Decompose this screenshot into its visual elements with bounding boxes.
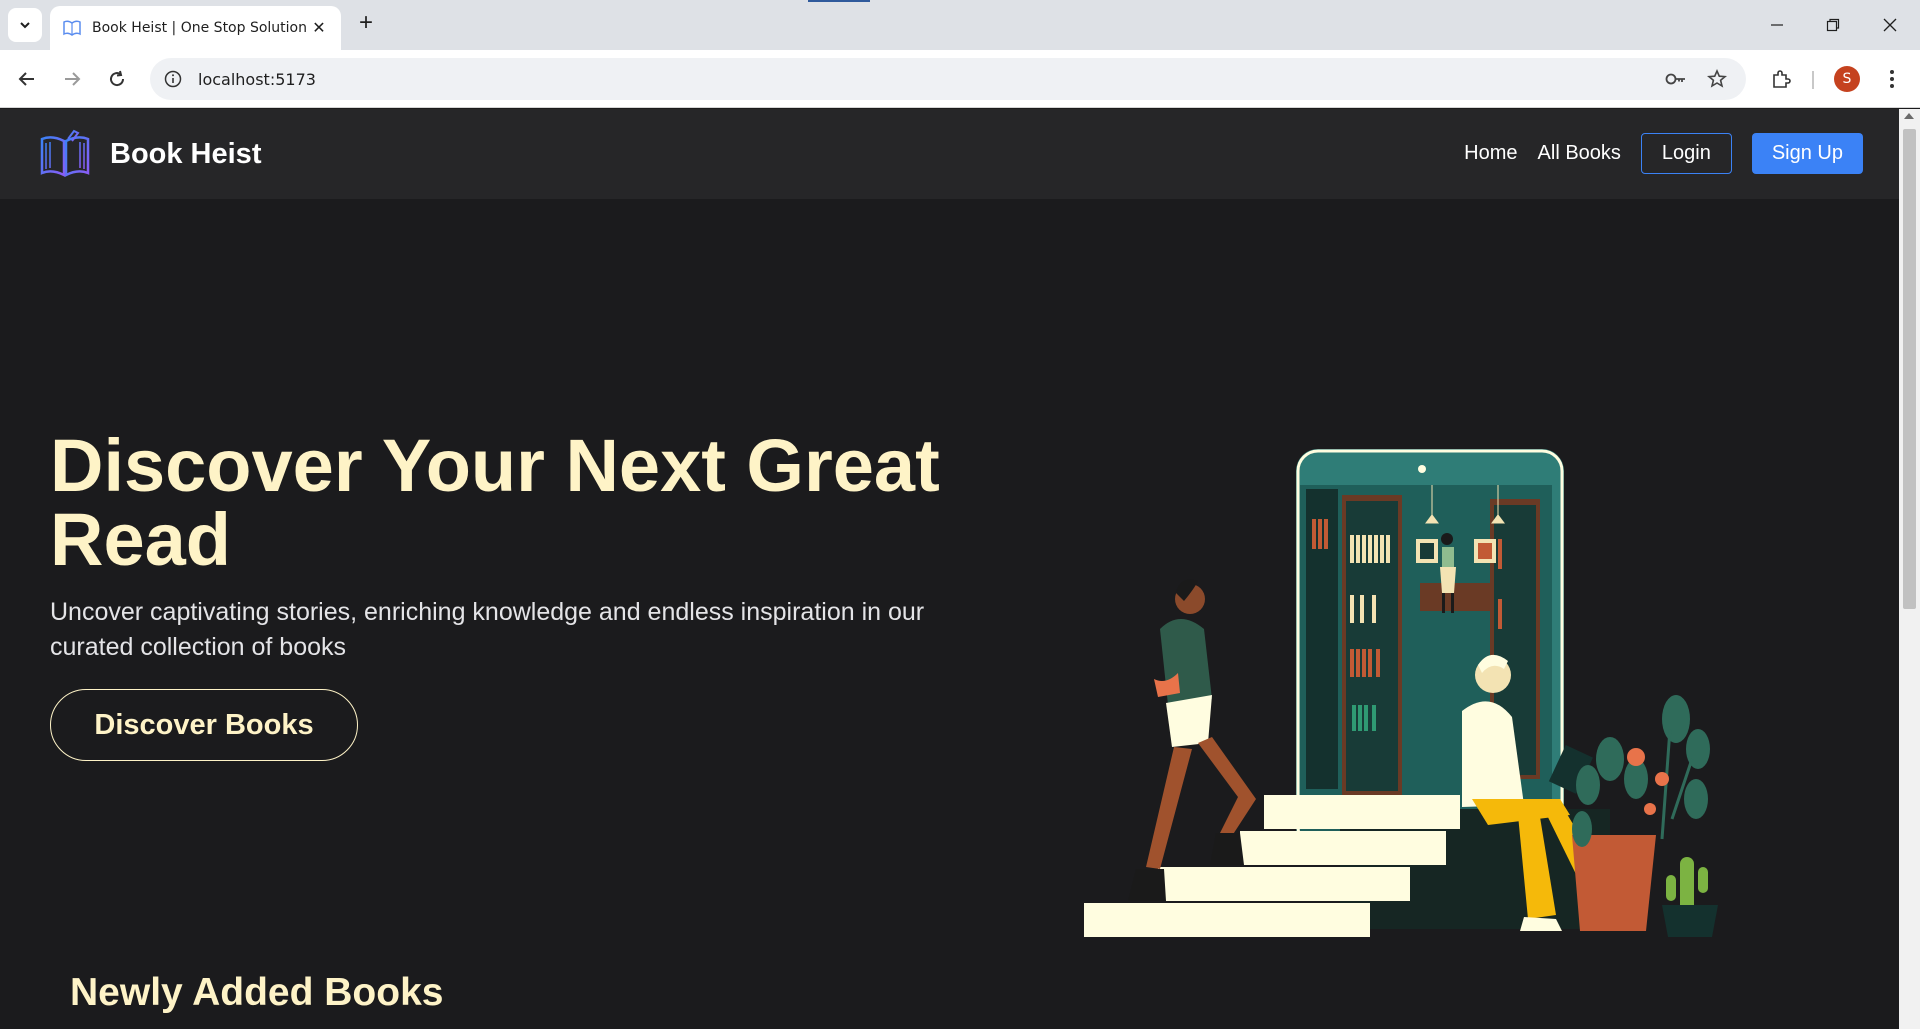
- browser-tab-bar: Book Heist | One Stop Solution ✕ +: [0, 0, 1920, 50]
- nav-all-books-link[interactable]: All Books: [1538, 142, 1621, 165]
- arrow-left-icon: [18, 72, 34, 86]
- hero-illustration: [1084, 449, 1718, 937]
- page-scrollbar[interactable]: [1899, 109, 1920, 1029]
- brand[interactable]: Book Heist: [38, 129, 261, 179]
- tab-title: Book Heist | One Stop Solution: [92, 20, 307, 36]
- browser-toolbar: localhost:5173 S: [0, 50, 1920, 108]
- kebab-menu-icon: [1890, 70, 1894, 88]
- page-viewport: Book Heist Home All Books Login Sign Up …: [0, 109, 1920, 1029]
- site-navbar: Book Heist Home All Books Login Sign Up: [0, 109, 1899, 199]
- tab-search-button[interactable]: [8, 8, 42, 42]
- open-book-icon: [63, 20, 81, 36]
- newly-added-heading: Newly Added Books: [70, 971, 444, 1014]
- scroll-up-arrow-icon[interactable]: [1904, 113, 1914, 119]
- extensions-button[interactable]: [1765, 63, 1797, 95]
- nav-home-link[interactable]: Home: [1464, 142, 1517, 165]
- toolbar-divider: [1812, 71, 1814, 89]
- close-tab-icon[interactable]: ✕: [309, 18, 329, 38]
- minimize-button[interactable]: [1757, 10, 1797, 40]
- discover-books-button[interactable]: Discover Books: [50, 689, 358, 761]
- site-info-icon[interactable]: [162, 68, 184, 90]
- close-window-button[interactable]: [1870, 10, 1910, 40]
- minimize-icon: [1771, 24, 1783, 26]
- arrow-right-icon: [65, 72, 81, 86]
- close-icon: [1883, 18, 1897, 32]
- puzzle-icon: [1773, 70, 1791, 88]
- restore-icon: [1826, 18, 1840, 32]
- address-bar[interactable]: localhost:5173: [150, 58, 1746, 100]
- book-logo-icon: [40, 129, 90, 178]
- hero-subtitle: Uncover captivating stories, enriching k…: [50, 598, 925, 661]
- menu-button[interactable]: [1876, 63, 1908, 95]
- scrollbar-thumb[interactable]: [1903, 129, 1916, 609]
- tab-indicator: [808, 0, 870, 2]
- chevron-down-icon: [20, 22, 30, 29]
- profile-avatar[interactable]: S: [1834, 66, 1860, 92]
- password-key-icon[interactable]: [1664, 67, 1688, 91]
- new-tab-button[interactable]: +: [352, 10, 380, 38]
- forward-button[interactable]: [56, 63, 88, 95]
- reload-icon: [110, 70, 125, 87]
- bookmark-star-icon[interactable]: [1705, 67, 1729, 91]
- nav-links: Home All Books Login Sign Up: [1464, 133, 1863, 174]
- reload-button[interactable]: [101, 63, 133, 95]
- brand-name: Book Heist: [110, 137, 262, 170]
- login-button[interactable]: Login: [1640, 133, 1732, 174]
- hero-title: Discover Your Next Great Read: [50, 424, 940, 581]
- signup-button[interactable]: Sign Up: [1751, 133, 1863, 174]
- back-button[interactable]: [11, 63, 43, 95]
- browser-tab[interactable]: Book Heist | One Stop Solution ✕: [50, 6, 341, 50]
- restore-button[interactable]: [1813, 10, 1853, 40]
- url-text: localhost:5173: [198, 69, 316, 89]
